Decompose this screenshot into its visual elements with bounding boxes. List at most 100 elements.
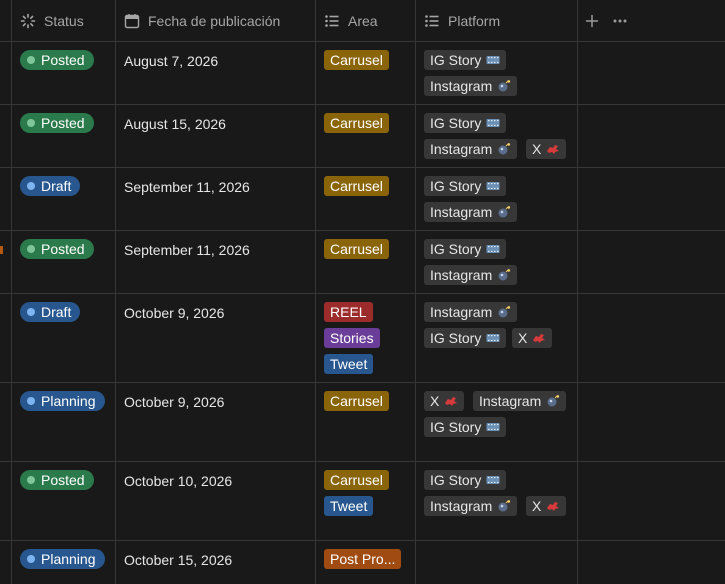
dragon-icon xyxy=(532,332,546,344)
platform-tag[interactable]: IG Story xyxy=(424,470,507,490)
area-tag[interactable]: Carrusel xyxy=(324,239,389,259)
platform-tag[interactable]: IG Story xyxy=(424,328,507,348)
dragon-icon xyxy=(546,500,560,512)
status-loader-icon xyxy=(20,13,36,29)
platform-label: IG Story xyxy=(430,115,482,131)
publish-date: September 11, 2026 xyxy=(124,179,250,195)
dragon-icon xyxy=(444,395,458,407)
platform-tag[interactable]: Instagram xyxy=(424,202,518,222)
publish-date: August 7, 2026 xyxy=(124,53,219,69)
more-horizontal-icon[interactable] xyxy=(612,13,628,29)
film-frames-icon xyxy=(486,421,500,433)
status-label: Posted xyxy=(41,241,85,257)
status-dot xyxy=(27,245,35,253)
publish-date: October 15, 2026 xyxy=(124,552,233,568)
platform-tag[interactable]: X xyxy=(526,139,567,159)
platform-label: X xyxy=(518,330,528,346)
publish-date: October 9, 2026 xyxy=(124,394,225,410)
area-tag[interactable]: Carrusel xyxy=(324,50,389,70)
status-badge[interactable]: Posted xyxy=(20,470,94,490)
status-badge[interactable]: Posted xyxy=(20,50,94,70)
platform-label: IG Story xyxy=(430,472,482,488)
status-badge[interactable]: Draft xyxy=(20,176,81,196)
platform-tag[interactable]: IG Story xyxy=(424,50,507,70)
table-row[interactable]: Posted October 10, 2026 Carrusel Tweet I… xyxy=(0,462,725,541)
area-tag[interactable]: Carrusel xyxy=(324,113,389,133)
column-header-status[interactable]: Status xyxy=(20,0,84,41)
platform-tag[interactable]: IG Story xyxy=(424,113,507,133)
table-header: Status Fecha de publicación Area Platfor… xyxy=(0,0,725,42)
publish-date: October 10, 2026 xyxy=(124,473,233,489)
bomb-sparkle-icon xyxy=(497,80,511,92)
column-header-date[interactable]: Fecha de publicación xyxy=(124,0,280,41)
status-label: Posted xyxy=(41,115,85,131)
bomb-sparkle-icon xyxy=(497,306,511,318)
platform-tag[interactable]: Instagram xyxy=(424,139,518,159)
platform-label: Instagram xyxy=(430,498,493,514)
area-tag[interactable]: Carrusel xyxy=(324,176,389,196)
area-tag[interactable]: Stories xyxy=(324,328,380,348)
platform-tag[interactable]: X xyxy=(526,496,567,516)
platform-tag[interactable]: X xyxy=(424,391,465,411)
platform-tag[interactable]: Instagram xyxy=(424,496,518,516)
table-row[interactable]: Draft October 9, 2026 REEL Stories Tweet… xyxy=(0,294,725,383)
row-edge-marker xyxy=(0,246,3,254)
bomb-sparkle-icon xyxy=(546,395,560,407)
status-label: Posted xyxy=(41,472,85,488)
column-header-platform[interactable]: Platform xyxy=(424,0,500,41)
status-label: Draft xyxy=(41,178,72,194)
status-dot xyxy=(27,476,35,484)
platform-tag[interactable]: Instagram xyxy=(424,302,518,322)
platform-label: Instagram xyxy=(479,393,542,409)
platform-label: IG Story xyxy=(430,52,482,68)
platform-label: Instagram xyxy=(430,141,493,157)
area-tag[interactable]: Carrusel xyxy=(324,391,389,411)
status-dot xyxy=(27,308,35,316)
table-row[interactable]: Planning October 9, 2026 Carrusel X Inst… xyxy=(0,383,725,462)
status-badge[interactable]: Planning xyxy=(20,391,105,411)
platform-tag[interactable]: Instagram xyxy=(473,391,567,411)
column-header-area[interactable]: Area xyxy=(324,0,378,41)
calendar-icon xyxy=(124,13,140,29)
platform-label: IG Story xyxy=(430,241,482,257)
area-tag[interactable]: Tweet xyxy=(324,354,374,374)
status-badge[interactable]: Posted xyxy=(20,113,94,133)
list-icon xyxy=(424,13,440,29)
area-tag[interactable]: REEL xyxy=(324,302,373,322)
table-row[interactable]: Posted August 15, 2026 Carrusel IG Story… xyxy=(0,105,725,168)
bomb-sparkle-icon xyxy=(497,206,511,218)
platform-tag[interactable]: IG Story xyxy=(424,417,507,437)
table-row[interactable]: Planning October 15, 2026 Post Pro... xyxy=(0,541,725,584)
column-header-label: Area xyxy=(348,12,378,29)
area-tag[interactable]: Post Pro... xyxy=(324,549,402,569)
status-badge[interactable]: Draft xyxy=(20,302,81,322)
area-tag[interactable]: Tweet xyxy=(324,496,374,516)
status-badge[interactable]: Posted xyxy=(20,239,94,259)
film-frames-icon xyxy=(486,474,500,486)
platform-label: X xyxy=(532,141,542,157)
status-dot xyxy=(27,182,35,190)
status-badge[interactable]: Planning xyxy=(20,549,105,569)
platform-tag[interactable]: Instagram xyxy=(424,265,518,285)
platform-label: Instagram xyxy=(430,304,493,320)
status-dot xyxy=(27,397,35,405)
status-dot xyxy=(27,555,35,563)
platform-label: Instagram xyxy=(430,78,493,94)
publish-date: October 9, 2026 xyxy=(124,305,225,321)
platform-tag[interactable]: IG Story xyxy=(424,239,507,259)
film-frames-icon xyxy=(486,180,500,192)
platform-tag[interactable]: X xyxy=(512,328,553,348)
area-tag[interactable]: Carrusel xyxy=(324,470,389,490)
table-row[interactable]: Posted September 11, 2026 Carrusel IG St… xyxy=(0,231,725,294)
platform-tag[interactable]: Instagram xyxy=(424,76,518,96)
platform-label: X xyxy=(532,498,542,514)
table-row[interactable]: Posted August 7, 2026 Carrusel IG Story … xyxy=(0,42,725,105)
bomb-sparkle-icon xyxy=(497,500,511,512)
table-row[interactable]: Draft September 11, 2026 Carrusel IG Sto… xyxy=(0,168,725,231)
platform-tag[interactable]: IG Story xyxy=(424,176,507,196)
plus-icon[interactable] xyxy=(584,13,600,29)
platform-label: IG Story xyxy=(430,178,482,194)
platform-label: Instagram xyxy=(430,267,493,283)
column-header-label: Status xyxy=(44,12,84,29)
platform-label: IG Story xyxy=(430,419,482,435)
